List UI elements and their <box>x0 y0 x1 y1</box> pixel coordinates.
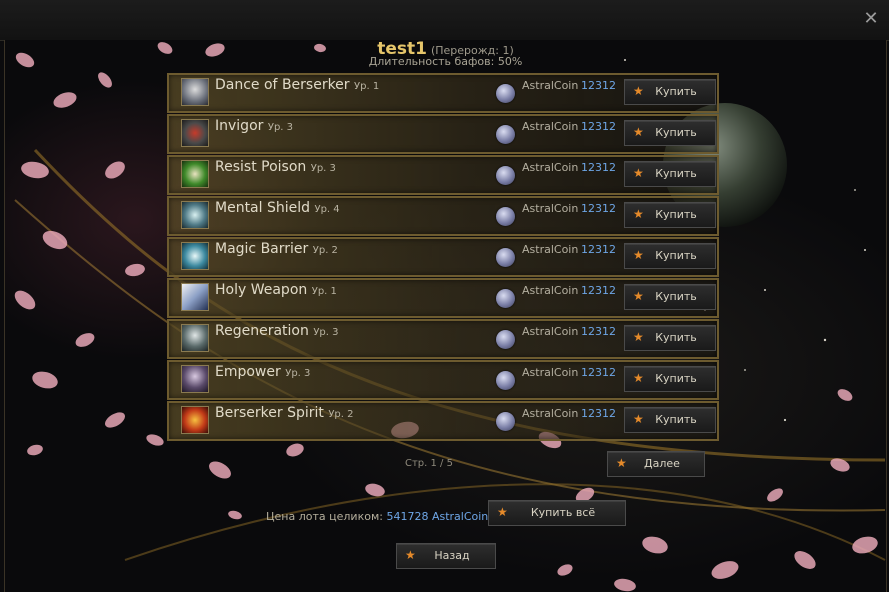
currency-label: AstralCoin <box>522 284 579 297</box>
buff-name: Holy Weapon Ур. 1 <box>215 282 337 298</box>
buff-price: 12312 <box>581 161 616 174</box>
lot-price-value: 541728 AstralCoin <box>386 510 489 523</box>
buff-name: Mental Shield Ур. 4 <box>215 200 340 216</box>
page-indicator: Стр. 1 / 5 <box>405 458 453 469</box>
currency-label: AstralCoin <box>522 407 579 420</box>
buff-shop-panel: test1 (Перерожд: 1) Длительность бафов: 5… <box>4 40 887 592</box>
astral-coin-icon <box>496 330 515 349</box>
dance-of-berserker-icon <box>181 78 209 106</box>
currency-label: AstralCoin <box>522 120 579 133</box>
buff-level: Ур. 2 <box>312 245 338 256</box>
invigor-icon <box>181 119 209 147</box>
buff-price: 12312 <box>581 366 616 379</box>
buff-level: Ур. 4 <box>314 204 340 215</box>
buy-all-button[interactable]: ★ Купить всё <box>488 500 626 526</box>
buff-price: 12312 <box>581 79 616 92</box>
lot-price: Цена лота целиком: 541728 AstralCoin <box>266 510 488 523</box>
buff-duration: Длительность бафов: 50% <box>368 55 523 68</box>
mental-shield-icon <box>181 201 209 229</box>
buff-price: 12312 <box>581 325 616 338</box>
magic-barrier-icon <box>181 242 209 270</box>
buy-button[interactable]: ★ Купить <box>624 325 716 351</box>
buff-price: 12312 <box>581 284 616 297</box>
astral-coin-icon <box>496 125 515 144</box>
window-titlebar: ✕ <box>0 0 889 41</box>
buy-button[interactable]: ★ Купить <box>624 202 716 228</box>
buff-level: Ур. 3 <box>310 163 336 174</box>
buff-name: Invigor Ур. 3 <box>215 118 294 134</box>
buff-price: 12312 <box>581 407 616 420</box>
regeneration-icon <box>181 324 209 352</box>
buff-name: Dance of Berserker Ур. 1 <box>215 77 380 93</box>
astral-coin-icon <box>496 166 515 185</box>
buy-button[interactable]: ★ Купить <box>624 120 716 146</box>
buy-button[interactable]: ★ Купить <box>624 243 716 269</box>
astral-coin-icon <box>496 248 515 267</box>
buff-price: 12312 <box>581 120 616 133</box>
close-icon[interactable]: ✕ <box>863 10 879 28</box>
holy-weapon-icon <box>181 283 209 311</box>
buff-price: 12312 <box>581 243 616 256</box>
buff-level: Ур. 3 <box>267 122 294 133</box>
buy-button[interactable]: ★ Купить <box>624 161 716 187</box>
buy-button[interactable]: ★ Купить <box>624 407 716 433</box>
astral-coin-icon <box>496 371 515 390</box>
empower-icon <box>181 365 209 393</box>
currency-label: AstralCoin <box>522 79 579 92</box>
buff-name: Empower Ур. 3 <box>215 364 311 380</box>
astral-coin-icon <box>496 289 515 308</box>
buff-price: 12312 <box>581 202 616 215</box>
buff-level: Ур. 3 <box>285 368 311 379</box>
currency-label: AstralCoin <box>522 325 579 338</box>
astral-coin-icon <box>496 84 515 103</box>
currency-label: AstralCoin <box>522 366 579 379</box>
buff-level: Ур. 3 <box>313 327 339 338</box>
currency-label: AstralCoin <box>522 243 579 256</box>
lot-price-label: Цена лота целиком: <box>266 510 383 523</box>
resist-poison-icon <box>181 160 209 188</box>
buff-name: Berserker Spirit Ур. 2 <box>215 405 354 421</box>
buff-name: Magic Barrier Ур. 2 <box>215 241 338 257</box>
buff-level: Ур. 1 <box>354 81 380 92</box>
back-button[interactable]: ★ Назад <box>396 543 496 569</box>
buy-button[interactable]: ★ Купить <box>624 366 716 392</box>
next-page-button[interactable]: ★ Далее <box>607 451 705 477</box>
buy-button[interactable]: ★ Купить <box>624 79 716 105</box>
astral-coin-icon <box>496 207 515 226</box>
astral-coin-icon <box>496 412 515 431</box>
buff-level: Ур. 2 <box>328 409 354 420</box>
currency-label: AstralCoin <box>522 202 579 215</box>
buy-button[interactable]: ★ Купить <box>624 284 716 310</box>
buff-name: Regeneration Ур. 3 <box>215 323 339 339</box>
berserker-spirit-icon <box>181 406 209 434</box>
buff-level: Ур. 1 <box>311 286 337 297</box>
currency-label: AstralCoin <box>522 161 579 174</box>
buff-name: Resist Poison Ур. 3 <box>215 159 336 175</box>
